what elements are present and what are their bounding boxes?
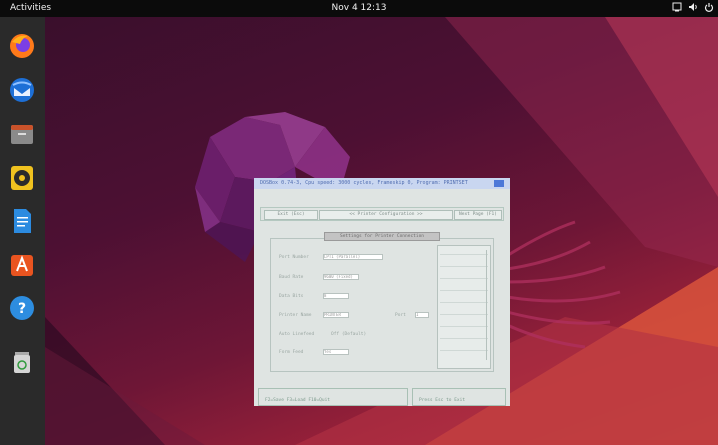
clock[interactable]: Nov 4 12:13: [0, 3, 718, 13]
listbox-scrollbar[interactable]: [486, 250, 487, 360]
field-label: Form Feed: [279, 350, 304, 355]
firefox-icon: [10, 34, 34, 58]
next-page-button[interactable]: Next Page (F1): [454, 210, 502, 220]
printer-name-field[interactable]: PRINTER: [323, 312, 349, 318]
network-icon[interactable]: [672, 2, 682, 12]
function-key-bar: F2=Save F3=Load F10=Quit: [258, 388, 408, 406]
printer-listbox[interactable]: [437, 245, 491, 369]
dock: ?: [0, 17, 45, 445]
data-bits-field[interactable]: 8: [323, 293, 349, 299]
thunderbird-icon: [10, 78, 34, 102]
power-icon[interactable]: [704, 2, 714, 12]
dock-item-rhythmbox[interactable]: [7, 163, 37, 193]
rhythmbox-icon: [11, 166, 33, 190]
field-label: Baud Rate: [279, 275, 304, 280]
field-label: Data Bits: [279, 294, 304, 299]
port-label: Port: [395, 313, 406, 318]
volume-icon[interactable]: [688, 2, 698, 12]
files-icon: [11, 125, 33, 144]
status-bar: Press Esc to Exit: [412, 388, 506, 406]
svg-text:?: ?: [18, 301, 26, 317]
field-label: Port Number: [279, 255, 309, 260]
dock-item-thunderbird[interactable]: [7, 75, 37, 105]
port-number-field[interactable]: LPT1 (Parallel): [323, 254, 383, 260]
dock-item-firefox[interactable]: [7, 31, 37, 61]
dock-item-trash[interactable]: [7, 347, 37, 377]
field-label: Printer Name: [279, 313, 312, 318]
help-icon: ?: [10, 296, 34, 320]
form-header: Settings for Printer Connection: [324, 232, 440, 241]
dock-item-files[interactable]: [7, 119, 37, 149]
status-label: Press Esc to Exit: [419, 398, 466, 403]
baud-rate-field[interactable]: 9600 (Fixed): [323, 274, 359, 280]
form-feed-field[interactable]: Yes: [323, 349, 349, 355]
dosbox-window[interactable]: DOSBox 0.74-3, Cpu speed: 3000 cycles, F…: [254, 178, 510, 406]
dock-item-help[interactable]: ?: [7, 293, 37, 323]
dock-item-libreoffice-writer[interactable]: [7, 206, 37, 236]
field-label: Auto Linefeed: [279, 332, 315, 337]
exit-button[interactable]: Exit (Esc): [264, 210, 318, 220]
writer-icon: [14, 209, 31, 233]
system-tray[interactable]: [672, 2, 714, 12]
auto-linefeed-value[interactable]: Off (Default): [331, 332, 366, 337]
menu-bar: Exit (Esc) << Printer Configuration >> N…: [260, 207, 504, 221]
dock-item-software[interactable]: [7, 249, 37, 279]
top-bar: Activities Nov 4 12:13: [0, 0, 718, 17]
trash-icon: [14, 352, 30, 373]
software-icon: [11, 255, 33, 276]
function-keys-label[interactable]: F2=Save F3=Load F10=Quit: [265, 398, 330, 403]
port-field[interactable]: 1: [415, 312, 429, 318]
window-title[interactable]: DOSBox 0.74-3, Cpu speed: 3000 cycles, F…: [254, 178, 510, 189]
menu-title: << Printer Configuration >>: [319, 210, 453, 220]
